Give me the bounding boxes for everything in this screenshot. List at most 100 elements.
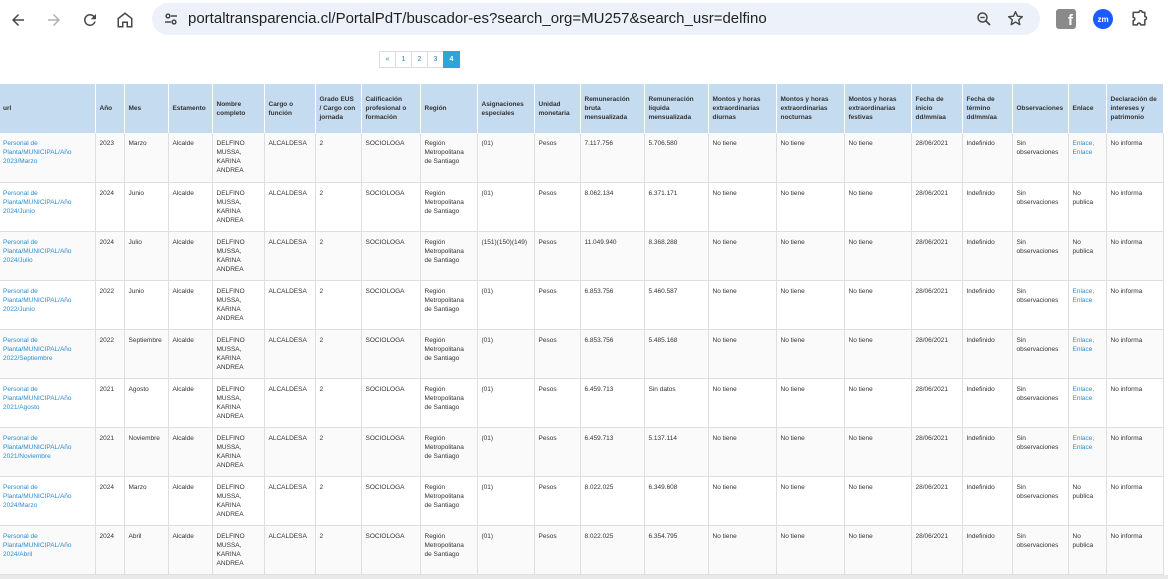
cell-observaciones: Sin observaciones — [1012, 427, 1069, 477]
cell-diurnas: No tiene — [708, 427, 777, 477]
cell-mes: Marzo — [124, 476, 169, 526]
cell-unidad: Pesos — [534, 182, 581, 232]
address-bar[interactable]: portaltransparencia.cl/PortalPdT/buscado… — [152, 3, 1040, 35]
enlace-link[interactable]: Enlace, Enlace — [1073, 337, 1095, 353]
row-url-link[interactable]: Personal de Planta/MUNICIPAL/Año 2024/Ju… — [3, 239, 72, 264]
cell-enlace: Enlace, Enlace — [1068, 427, 1107, 477]
cell-url: Personal de Planta/MUNICIPAL/Año 2024/Ab… — [0, 525, 96, 575]
cell-grado: 2 — [315, 133, 362, 183]
column-header-grado: Grado EUS / Cargo con jornada — [315, 84, 362, 133]
column-header-termino: Fecha de término dd/mm/aa — [962, 84, 1013, 133]
cell-url: Personal de Planta/MUNICIPAL/Año 2022/Se… — [0, 329, 96, 379]
pagination-page-3[interactable]: 3 — [427, 51, 444, 68]
cell-cargo: ALCALDESA — [264, 280, 316, 330]
column-header-liquida: Remuneración líquida mensualizada — [644, 84, 709, 133]
cell-unidad: Pesos — [534, 378, 581, 428]
cell-estamento: Alcalde — [168, 476, 213, 526]
reload-button[interactable] — [78, 8, 102, 32]
column-header-anio: Año — [95, 84, 125, 133]
cell-liquida: 8.368.288 — [644, 231, 709, 281]
row-url-link[interactable]: Personal de Planta/MUNICIPAL/Año 2022/Se… — [3, 337, 72, 362]
cell-asignaciones: (01) — [477, 182, 535, 232]
cell-nombre: DELFINO MUSSA, KARINA ANDREA — [212, 133, 265, 183]
site-info-icon[interactable] — [162, 10, 180, 28]
cell-unidad: Pesos — [534, 525, 581, 575]
arrow-left-icon — [12, 14, 24, 26]
column-header-unidad: Unidad monetaria — [534, 84, 581, 133]
enlace-link[interactable]: Enlace, Enlace — [1073, 140, 1095, 156]
column-header-asignaciones: Asignaciones especiales — [477, 84, 535, 133]
row-url-link[interactable]: Personal de Planta/MUNICIPAL/Año 2022/Ju… — [3, 288, 72, 313]
column-header-declaracion: Declaración de intereses y patrimonio — [1106, 84, 1164, 133]
zoom-icon[interactable] — [975, 10, 993, 28]
cell-bruta: 8.062.134 — [580, 182, 645, 232]
cell-asignaciones: (01) — [477, 427, 535, 477]
cell-declaracion: No informa — [1106, 182, 1164, 232]
pagination-page-2[interactable]: 2 — [411, 51, 428, 68]
cell-anio: 2024 — [95, 231, 125, 281]
column-header-calificacion: Calificación profesional o formación — [361, 84, 421, 133]
cell-estamento: Alcalde — [168, 378, 213, 428]
enlace-link[interactable]: Enlace, Enlace — [1073, 386, 1095, 402]
enlace-link[interactable]: Enlace, Enlace — [1073, 288, 1095, 304]
cell-observaciones: Sin observaciones — [1012, 182, 1069, 232]
cell-anio: 2022 — [95, 280, 125, 330]
cell-termino: Indefinido — [962, 280, 1013, 330]
cell-observaciones: Sin observaciones — [1012, 133, 1069, 183]
cell-bruta: 6.853.756 — [580, 280, 645, 330]
row-url-link[interactable]: Personal de Planta/MUNICIPAL/Año 2021/Ag… — [3, 386, 72, 411]
cell-diurnas: No tiene — [708, 133, 777, 183]
cell-nocturnas: No tiene — [776, 329, 845, 379]
forward-button[interactable] — [42, 8, 66, 32]
url-text[interactable]: portaltransparencia.cl/PortalPdT/buscado… — [188, 10, 767, 27]
cell-nombre: DELFINO MUSSA, KARINA ANDREA — [212, 378, 265, 428]
cell-festivas: No tiene — [844, 280, 912, 330]
row-url-link[interactable]: Personal de Planta/MUNICIPAL/Año 2023/Ma… — [3, 140, 72, 165]
cell-mes: Julio — [124, 231, 169, 281]
cell-mes: Junio — [124, 280, 169, 330]
pagination-page-1[interactable]: 1 — [395, 51, 412, 68]
enlace-link[interactable]: Enlace, Enlace — [1073, 435, 1095, 451]
reload-icon — [83, 13, 96, 26]
extensions-puzzle-icon[interactable] — [1129, 9, 1149, 29]
cell-estamento: Alcalde — [168, 427, 213, 477]
pagination-page-4[interactable]: 4 — [443, 51, 460, 68]
cell-anio: 2024 — [95, 525, 125, 575]
cell-nocturnas: No tiene — [776, 231, 845, 281]
horizontal-scrollbar[interactable] — [0, 575, 1168, 579]
cell-liquida: 6.354.795 — [644, 525, 709, 575]
pagination-prev[interactable]: « — [379, 51, 396, 68]
cell-url: Personal de Planta/MUNICIPAL/Año 2024/Ju… — [0, 231, 96, 281]
zm-extension-icon[interactable]: zm — [1093, 9, 1113, 29]
cell-liquida: 5.460.587 — [644, 280, 709, 330]
cell-url: Personal de Planta/MUNICIPAL/Año 2021/No… — [0, 427, 96, 477]
row-url-link[interactable]: Personal de Planta/MUNICIPAL/Año 2024/Ma… — [3, 484, 72, 509]
cell-unidad: Pesos — [534, 231, 581, 281]
table-row: Personal de Planta/MUNICIPAL/Año 2024/Ma… — [0, 476, 1164, 526]
cell-calificacion: SOCIOLOGA — [361, 182, 421, 232]
cell-unidad: Pesos — [534, 329, 581, 379]
browser-toolbar: portaltransparencia.cl/PortalPdT/buscado… — [0, 0, 1168, 40]
cell-region: Región Metropolitana de Santiago — [420, 182, 478, 232]
cell-termino: Indefinido — [962, 182, 1013, 232]
bookmark-star-icon[interactable] — [1006, 9, 1025, 28]
cell-mes: Septiembre — [124, 329, 169, 379]
row-url-link[interactable]: Personal de Planta/MUNICIPAL/Año 2024/Ab… — [3, 533, 72, 558]
cell-diurnas: No tiene — [708, 525, 777, 575]
home-button[interactable] — [113, 8, 137, 32]
column-header-diurnas: Montos y horas extraordinarias diurnas — [708, 84, 777, 133]
back-button[interactable] — [6, 8, 30, 32]
row-url-link[interactable]: Personal de Planta/MUNICIPAL/Año 2021/No… — [3, 435, 72, 460]
cell-mes: Marzo — [124, 133, 169, 183]
cell-nocturnas: No tiene — [776, 133, 845, 183]
cell-estamento: Alcalde — [168, 231, 213, 281]
cell-observaciones: Sin observaciones — [1012, 378, 1069, 428]
cell-termino: Indefinido — [962, 476, 1013, 526]
cell-grado: 2 — [315, 378, 362, 428]
facebook-extension-icon[interactable]: f — [1056, 9, 1076, 29]
cell-cargo: ALCALDESA — [264, 329, 316, 379]
row-url-link[interactable]: Personal de Planta/MUNICIPAL/Año 2024/Ju… — [3, 190, 72, 215]
cell-inicio: 28/06/2021 — [911, 427, 963, 477]
cell-bruta: 6.459.713 — [580, 427, 645, 477]
cell-grado: 2 — [315, 476, 362, 526]
